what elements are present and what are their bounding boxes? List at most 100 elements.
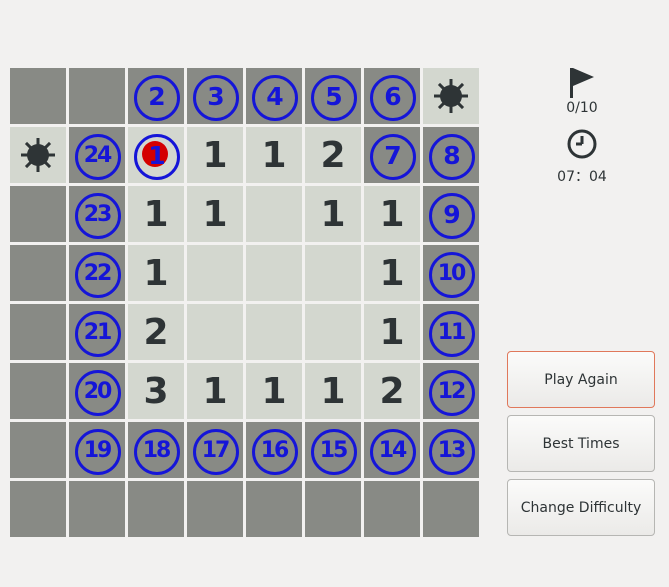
tile-r3-c1[interactable]: 22 bbox=[69, 245, 125, 301]
tile-r0-c2[interactable]: 2 bbox=[128, 68, 184, 124]
tile-r5-c0[interactable] bbox=[10, 363, 66, 419]
tile-r7-c4[interactable] bbox=[246, 481, 302, 537]
tile-number: 1 bbox=[202, 193, 228, 235]
tile-number: 1 bbox=[379, 252, 405, 294]
clock-icon bbox=[567, 129, 597, 159]
change-difficulty-button[interactable]: Change Difficulty bbox=[507, 479, 655, 536]
tile-r2-c4[interactable] bbox=[246, 186, 302, 242]
tile-r1-c5[interactable]: 2 bbox=[305, 127, 361, 183]
handwritten-label: 16 bbox=[246, 422, 302, 478]
label-text: 23 bbox=[83, 201, 113, 227]
tile-r0-c4[interactable]: 4 bbox=[246, 68, 302, 124]
tile-r6-c1[interactable]: 19 bbox=[69, 422, 125, 478]
tile-r1-c7[interactable]: 8 bbox=[423, 127, 479, 183]
tile-r4-c4[interactable] bbox=[246, 304, 302, 360]
tile-r3-c4[interactable] bbox=[246, 245, 302, 301]
label-text: 12 bbox=[437, 378, 467, 404]
tile-r7-c1[interactable] bbox=[69, 481, 125, 537]
tile-r0-c7[interactable] bbox=[423, 68, 479, 124]
handwritten-label: 7 bbox=[364, 127, 420, 183]
mine-icon bbox=[21, 138, 55, 172]
tile-r4-c5[interactable] bbox=[305, 304, 361, 360]
label-text: 15 bbox=[319, 437, 349, 463]
tile-r7-c6[interactable] bbox=[364, 481, 420, 537]
tile-r5-c3[interactable]: 1 bbox=[187, 363, 243, 419]
tile-r4-c1[interactable]: 21 bbox=[69, 304, 125, 360]
tile-r1-c3[interactable]: 1 bbox=[187, 127, 243, 183]
tile-r5-c4[interactable]: 1 bbox=[246, 363, 302, 419]
tile-r7-c5[interactable] bbox=[305, 481, 361, 537]
tile-number: 2 bbox=[143, 311, 169, 353]
tile-r0-c3[interactable]: 3 bbox=[187, 68, 243, 124]
tile-number: 1 bbox=[202, 370, 228, 412]
tile-r7-c2[interactable] bbox=[128, 481, 184, 537]
tile-r4-c3[interactable] bbox=[187, 304, 243, 360]
label-text: 5 bbox=[325, 81, 342, 111]
tile-r3-c2[interactable]: 1 bbox=[128, 245, 184, 301]
tile-r2-c7[interactable]: 9 bbox=[423, 186, 479, 242]
tile-r3-c7[interactable]: 10 bbox=[423, 245, 479, 301]
tile-r5-c5[interactable]: 1 bbox=[305, 363, 361, 419]
tile-r4-c0[interactable] bbox=[10, 304, 66, 360]
tile-r0-c6[interactable]: 6 bbox=[364, 68, 420, 124]
tile-r7-c7[interactable] bbox=[423, 481, 479, 537]
tile-number: 1 bbox=[379, 193, 405, 235]
handwritten-label: 21 bbox=[69, 304, 125, 360]
tile-r1-c2[interactable]: 1 bbox=[128, 127, 184, 183]
handwritten-label: 19 bbox=[69, 422, 125, 478]
play-again-button[interactable]: Play Again bbox=[507, 351, 655, 408]
best-times-button[interactable]: Best Times bbox=[507, 415, 655, 472]
tile-r1-c6[interactable]: 7 bbox=[364, 127, 420, 183]
tile-r5-c1[interactable]: 20 bbox=[69, 363, 125, 419]
label-text: 9 bbox=[443, 199, 460, 229]
tile-r1-c4[interactable]: 1 bbox=[246, 127, 302, 183]
handwritten-label: 3 bbox=[187, 68, 243, 124]
tile-r6-c7[interactable]: 13 bbox=[423, 422, 479, 478]
status-panel: 0/10 07：04 bbox=[540, 64, 624, 186]
tile-r6-c3[interactable]: 17 bbox=[187, 422, 243, 478]
tile-r7-c3[interactable] bbox=[187, 481, 243, 537]
handwritten-label: 4 bbox=[246, 68, 302, 124]
tile-r2-c5[interactable]: 1 bbox=[305, 186, 361, 242]
tile-r2-c0[interactable] bbox=[10, 186, 66, 242]
tile-r3-c5[interactable] bbox=[305, 245, 361, 301]
tile-r4-c7[interactable]: 11 bbox=[423, 304, 479, 360]
tile-r0-c0[interactable] bbox=[10, 68, 66, 124]
tile-r4-c2[interactable]: 2 bbox=[128, 304, 184, 360]
label-text: 17 bbox=[201, 437, 231, 463]
tile-r3-c0[interactable] bbox=[10, 245, 66, 301]
tile-r2-c3[interactable]: 1 bbox=[187, 186, 243, 242]
label-text: 16 bbox=[260, 437, 290, 463]
tile-r3-c6[interactable]: 1 bbox=[364, 245, 420, 301]
tile-r6-c4[interactable]: 16 bbox=[246, 422, 302, 478]
tile-r6-c0[interactable] bbox=[10, 422, 66, 478]
tile-r1-c1[interactable]: 24 bbox=[69, 127, 125, 183]
label-text: 8 bbox=[443, 140, 460, 170]
tile-r1-c0[interactable] bbox=[10, 127, 66, 183]
minefield-board: 2 3 4 5 6 24 1 1 1 2 7 8 23 1 1 1 1 9 22 1 1 10 21 2 1 11 20 3 1 1 1 2 1… bbox=[10, 68, 482, 540]
tile-r4-c6[interactable]: 1 bbox=[364, 304, 420, 360]
label-text: 7 bbox=[384, 140, 401, 170]
handwritten-label: 10 bbox=[423, 245, 479, 301]
tile-r5-c6[interactable]: 2 bbox=[364, 363, 420, 419]
tile-number: 2 bbox=[320, 134, 346, 176]
tile-number: 1 bbox=[143, 252, 169, 294]
tile-r3-c3[interactable] bbox=[187, 245, 243, 301]
tile-r7-c0[interactable] bbox=[10, 481, 66, 537]
handwritten-label: 15 bbox=[305, 422, 361, 478]
tile-number: 1 bbox=[379, 311, 405, 353]
tile-r2-c6[interactable]: 1 bbox=[364, 186, 420, 242]
handwritten-label: 8 bbox=[423, 127, 479, 183]
label-text: 4 bbox=[266, 81, 283, 111]
tile-r2-c1[interactable]: 23 bbox=[69, 186, 125, 242]
tile-r6-c5[interactable]: 15 bbox=[305, 422, 361, 478]
tile-r6-c6[interactable]: 14 bbox=[364, 422, 420, 478]
tile-r0-c5[interactable]: 5 bbox=[305, 68, 361, 124]
tile-r5-c2[interactable]: 3 bbox=[128, 363, 184, 419]
handwritten-label: 5 bbox=[305, 68, 361, 124]
tile-r0-c1[interactable] bbox=[69, 68, 125, 124]
tile-r5-c7[interactable]: 12 bbox=[423, 363, 479, 419]
handwritten-label: 20 bbox=[69, 363, 125, 419]
tile-r6-c2[interactable]: 18 bbox=[128, 422, 184, 478]
tile-r2-c2[interactable]: 1 bbox=[128, 186, 184, 242]
